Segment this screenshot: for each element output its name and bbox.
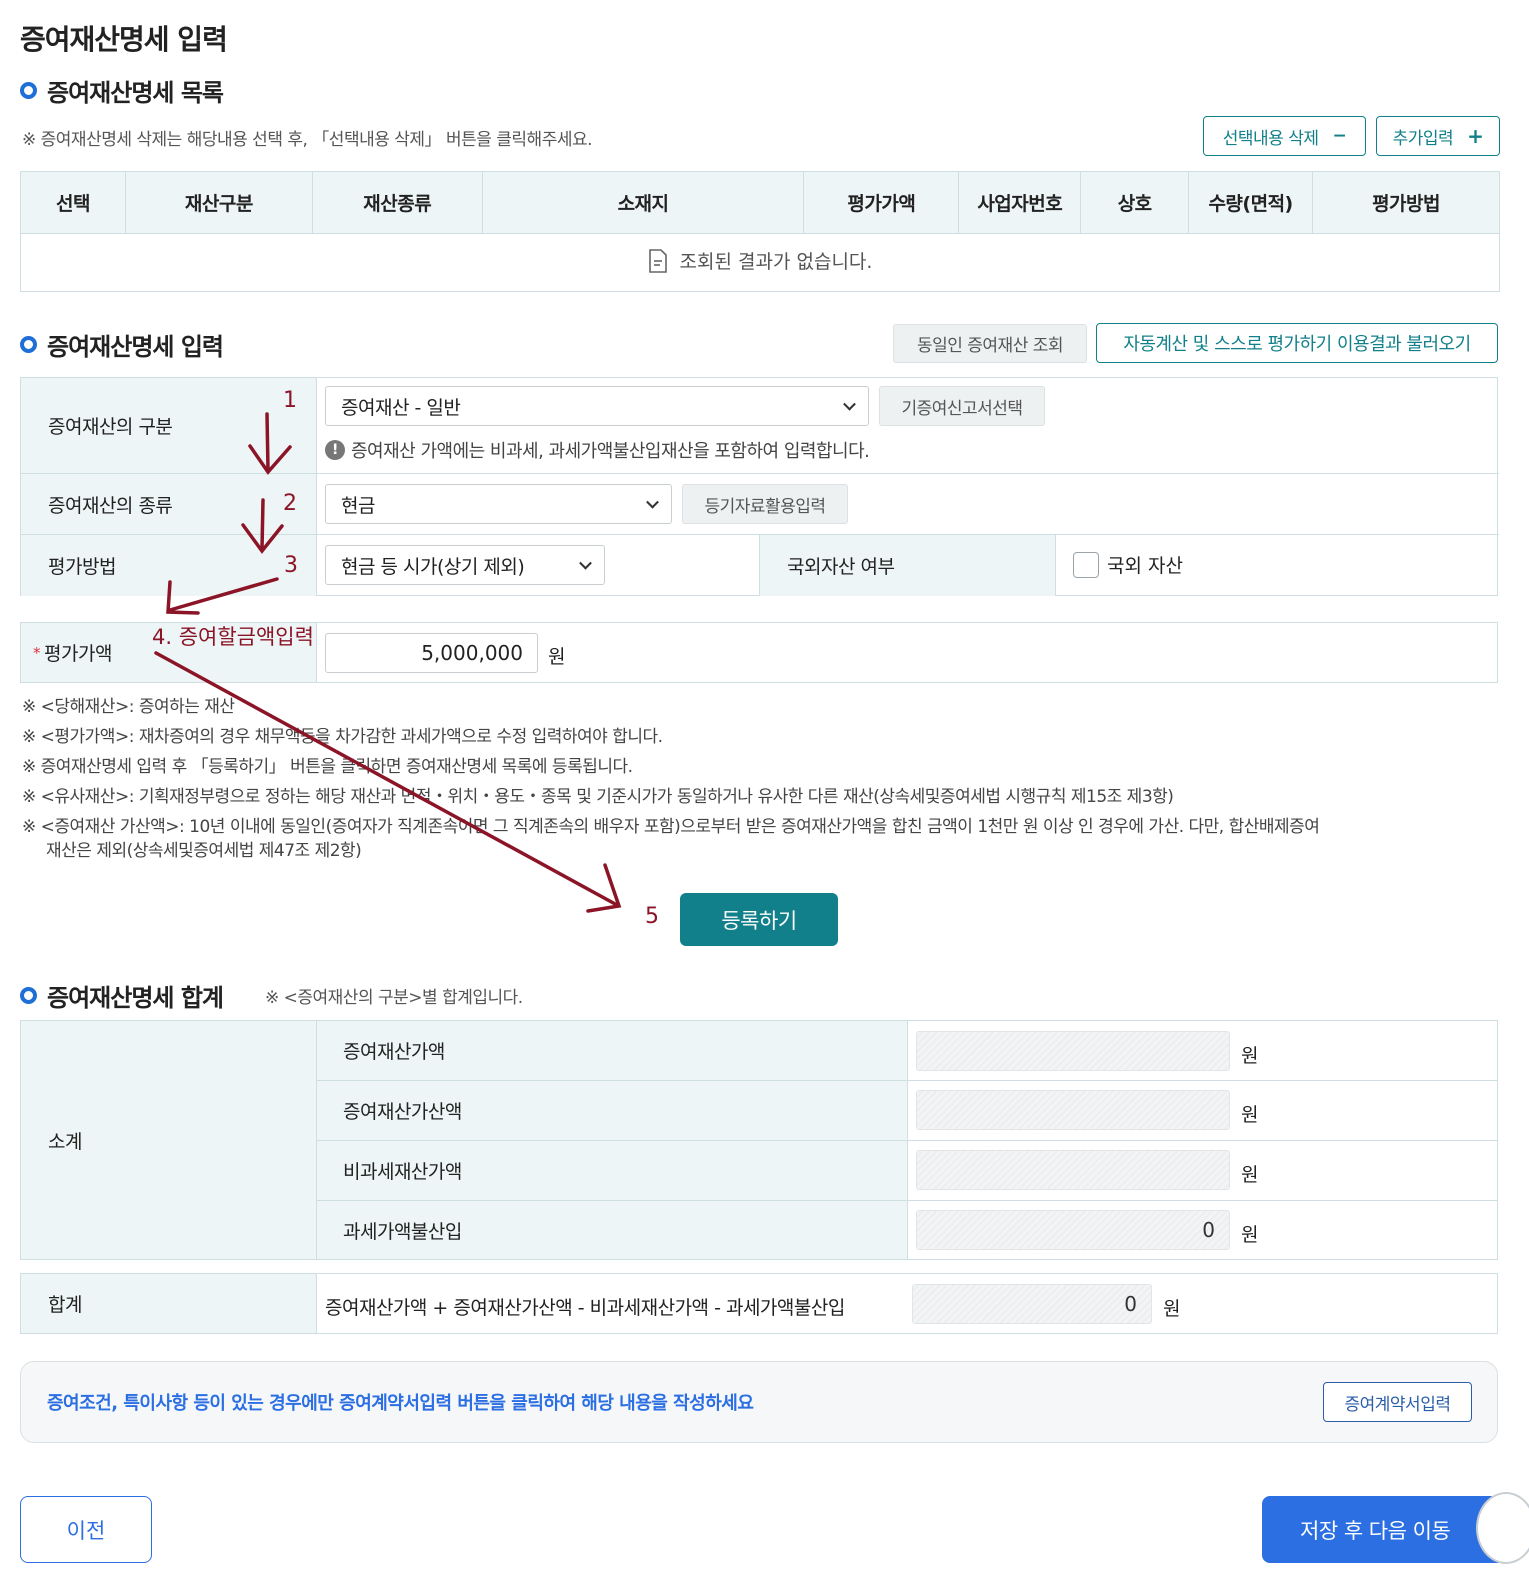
total-formula: 증여재산가액 + 증여재산가산액 - 비과세재산가액 - 과세가액불산입 [325,1297,845,1319]
arrow-3-shaft [168,577,279,612]
summary-section-title: 증여재산명세 합계 [20,978,224,1013]
summary-unit: 원 [1241,1224,1259,1246]
summary-row-label: 증여재산가산액 [317,1081,908,1140]
summary-section-title-text: 증여재산명세 합계 [47,984,224,1012]
floating-help-button[interactable] [1476,1492,1529,1564]
summary-row: 비과세재산가액 원 [317,1140,1497,1200]
summary-note: ※ <증여재산의 구분>별 합계입니다. [265,988,523,1008]
non-taxable-value-field [916,1150,1230,1190]
arrow-1-shaft [265,412,270,472]
annotation-step-3: 3 [284,553,298,578]
arrow-5-shaft [154,651,619,907]
summary-unit: 원 [1241,1164,1259,1186]
save-and-next-button[interactable]: 저장 후 다음 이동 [1262,1496,1512,1563]
summary-row-label: 과세가액불산입 [317,1201,908,1259]
excluded-taxable-value-field: 0 [916,1210,1230,1250]
section-bullet-icon [20,987,37,1004]
annotation-step-5: 5 [645,904,659,929]
summary-unit: 원 [1241,1045,1259,1067]
annotation-step-4: 4. 증여할금액입력 [152,625,314,649]
summary-table: 소계 증여재산가액 원 증여재산가산액 원 비과세재산가액 원 과세가액불산입 … [20,1020,1498,1260]
annotation-arrows [154,412,622,913]
total-row: 합계 증여재산가액 + 증여재산가산액 - 비과세재산가액 - 과세가액불산입 … [20,1273,1498,1334]
summary-row-label: 비과세재산가액 [317,1141,908,1200]
summary-row: 과세가액불산입 0 원 [317,1200,1497,1259]
summary-unit: 원 [1241,1104,1259,1126]
total-unit: 원 [1163,1298,1181,1320]
contract-info-box: 증여조건, 특이사항 등이 있는 경우에만 증여계약서입력 버튼을 클릭하여 해… [20,1361,1498,1443]
summary-row: 증여재산가산액 원 [317,1080,1497,1140]
prev-button[interactable]: 이전 [20,1496,152,1563]
total-value-field: 0 [912,1284,1152,1324]
gift-property-addition-field [916,1090,1230,1130]
gift-contract-input-button[interactable]: 증여계약서입력 [1323,1382,1472,1422]
annotation-step-2: 2 [283,491,297,516]
arrow-2-shaft [260,498,265,551]
gift-property-value-field [916,1031,1230,1071]
total-label: 합계 [21,1274,317,1333]
summary-row-label: 증여재산가액 [317,1021,908,1080]
arrow-1-head [248,444,292,475]
subtotal-label: 소계 [21,1021,317,1259]
annotation-step-1: 1 [283,388,297,413]
contract-info-text: 증여조건, 특이사항 등이 있는 경우에만 증여계약서입력 버튼을 클릭하여 해… [47,1393,754,1414]
summary-row: 증여재산가액 원 [317,1021,1497,1081]
